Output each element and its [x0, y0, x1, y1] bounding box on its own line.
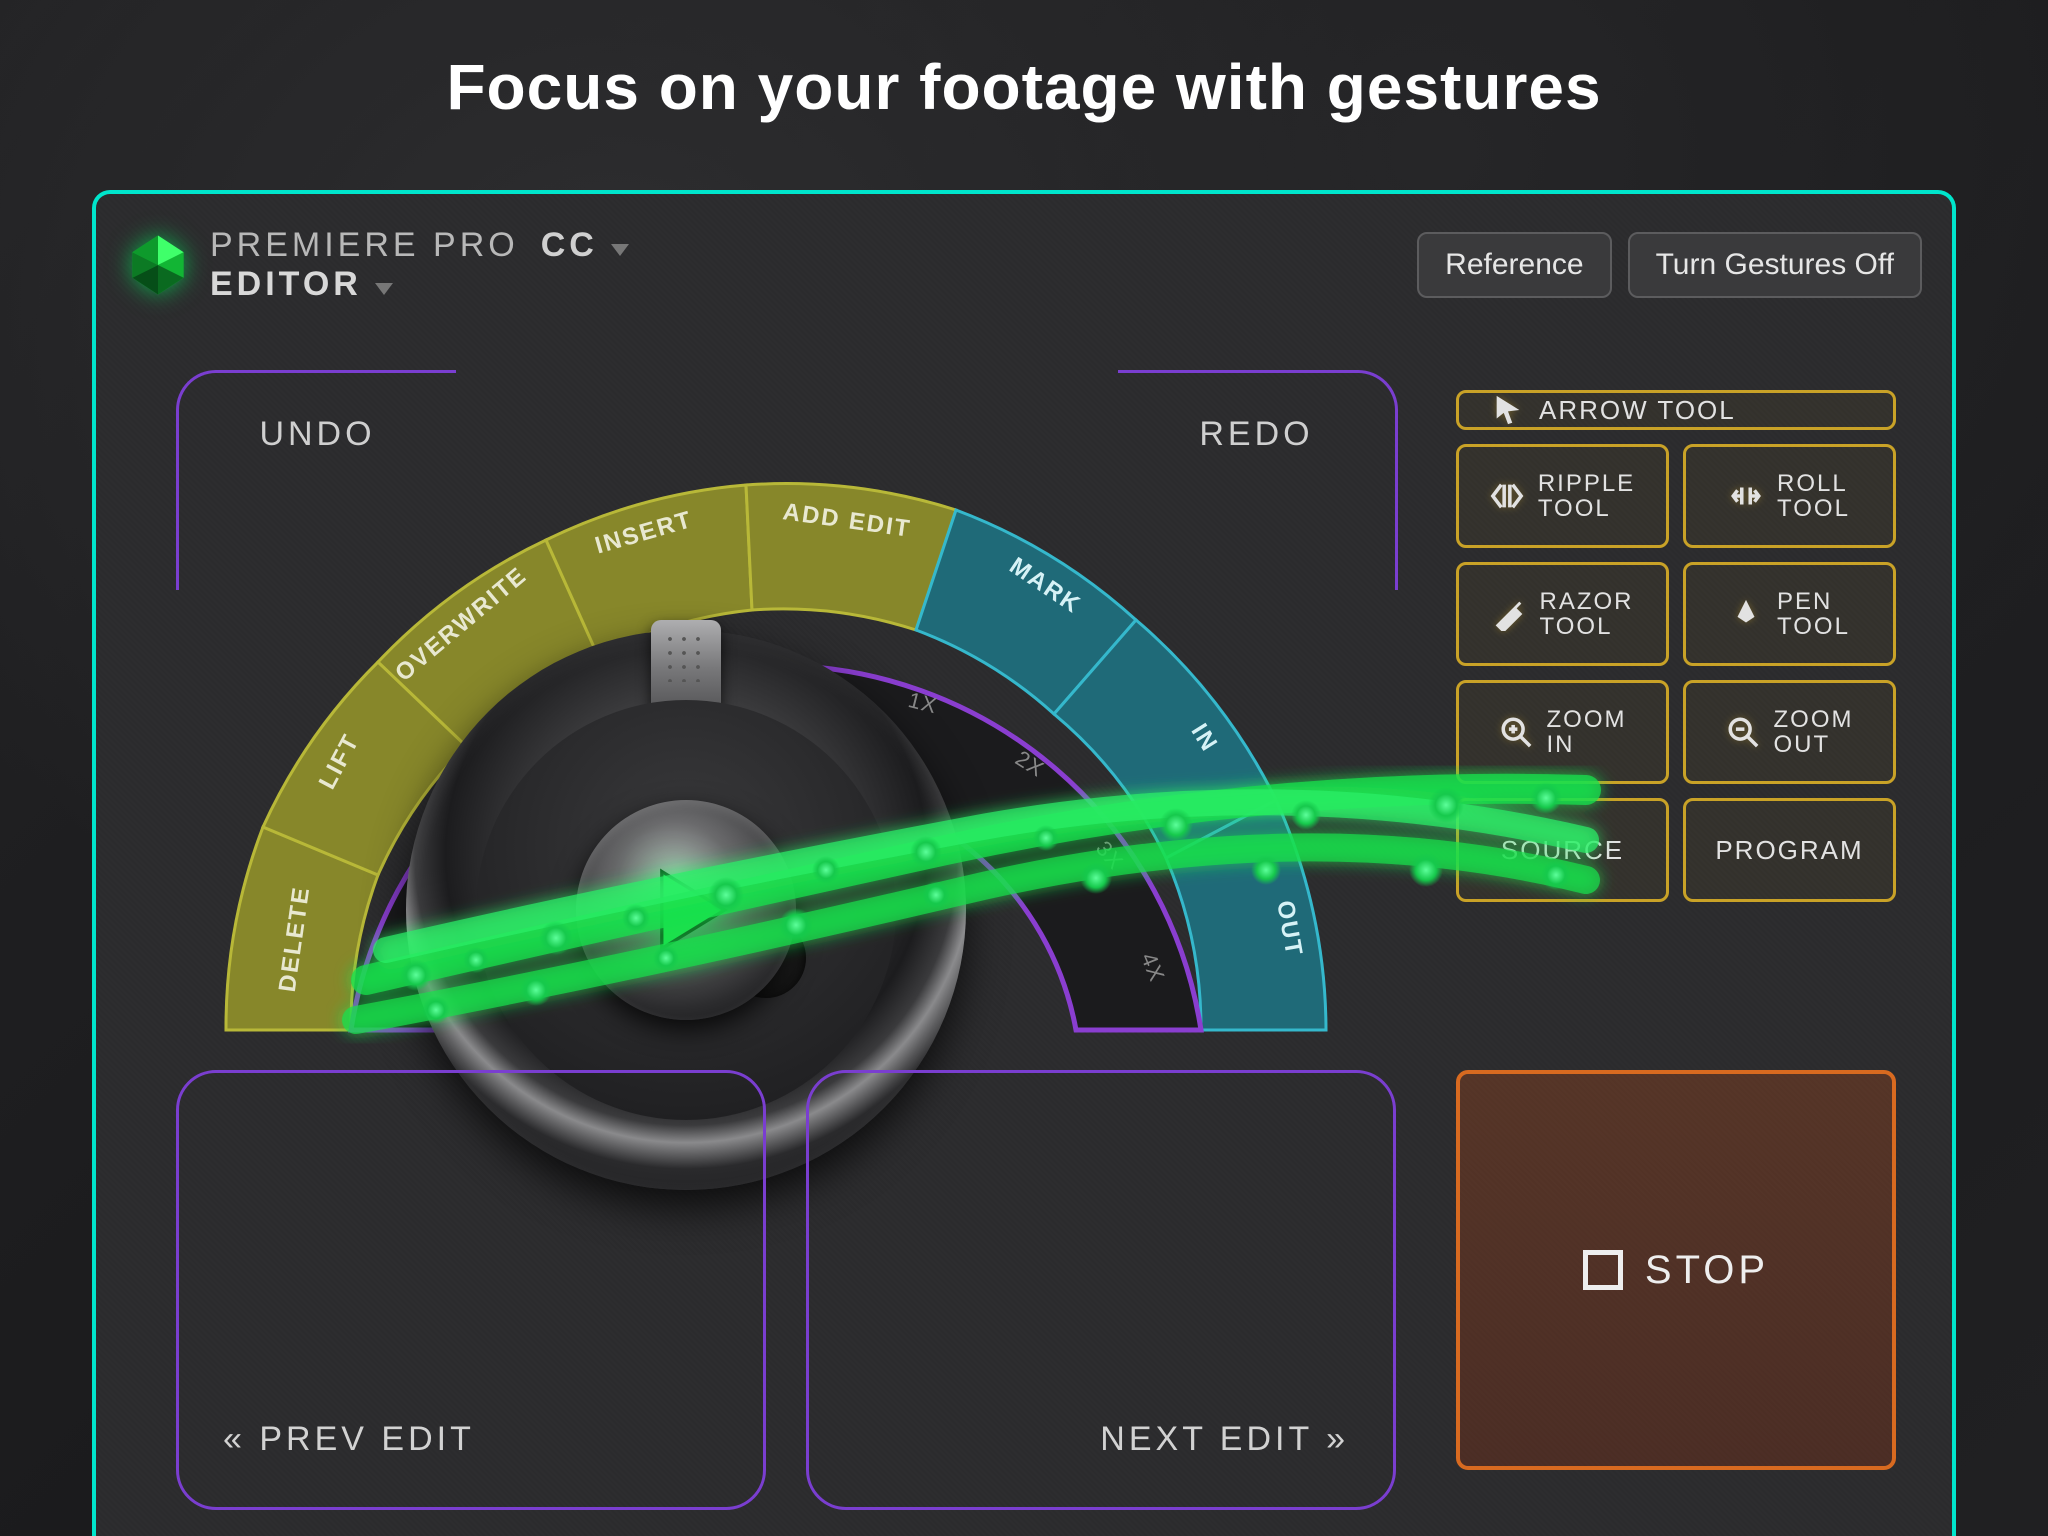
stop-icon	[1583, 1250, 1623, 1290]
panel-header: PREMIERE PRO CC EDITOR Reference Turn Ge…	[126, 220, 1922, 310]
mode-dropdown[interactable]: EDITOR	[210, 265, 393, 304]
arrow-tool-button[interactable]: ARROW TOOL	[1456, 390, 1896, 430]
roll-icon	[1729, 479, 1763, 513]
wheel-face	[476, 700, 896, 1120]
tools-panel: ARROW TOOL RIPPLETOOL ROLLTOOL RAZORTOOL	[1456, 390, 1896, 902]
title-block: PREMIERE PRO CC EDITOR	[210, 226, 629, 304]
prev-edit-button[interactable]: « PREV EDIT	[176, 1070, 766, 1510]
roll-tool-button[interactable]: ROLLTOOL	[1683, 444, 1896, 548]
gestures-toggle-button[interactable]: Turn Gestures Off	[1628, 232, 1922, 298]
razor-icon	[1492, 597, 1526, 631]
stage: UNDO REDO DELETE	[126, 330, 1922, 1520]
play-button[interactable]	[576, 800, 796, 1020]
app-gem-icon	[126, 233, 190, 297]
play-icon	[631, 855, 741, 965]
next-edit-button[interactable]: NEXT EDIT »	[806, 1070, 1396, 1510]
ripple-tool-button[interactable]: RIPPLETOOL	[1456, 444, 1669, 548]
ripple-icon	[1490, 479, 1524, 513]
cursor-icon	[1491, 393, 1525, 427]
page-headline: Focus on your footage with gestures	[0, 50, 2048, 124]
razor-tool-button[interactable]: RAZORTOOL	[1456, 562, 1669, 666]
app-name: PREMIERE PRO	[210, 226, 519, 265]
version-dropdown[interactable]: CC	[541, 226, 630, 265]
pen-icon	[1729, 597, 1763, 631]
zoom-out-button[interactable]: ZOOMOUT	[1683, 680, 1896, 784]
chevron-down-icon	[611, 244, 629, 256]
chevron-down-icon	[375, 283, 393, 295]
reference-button[interactable]: Reference	[1417, 232, 1611, 298]
program-button[interactable]: PROGRAM	[1683, 798, 1896, 902]
zoom-out-icon	[1726, 715, 1760, 749]
pen-tool-button[interactable]: PENTOOL	[1683, 562, 1896, 666]
source-button[interactable]: SOURCE	[1456, 798, 1669, 902]
controller-panel: PREMIERE PRO CC EDITOR Reference Turn Ge…	[92, 190, 1956, 1536]
zoom-in-icon	[1499, 715, 1533, 749]
stop-button[interactable]: STOP	[1456, 1070, 1896, 1470]
zoom-in-button[interactable]: ZOOMIN	[1456, 680, 1669, 784]
